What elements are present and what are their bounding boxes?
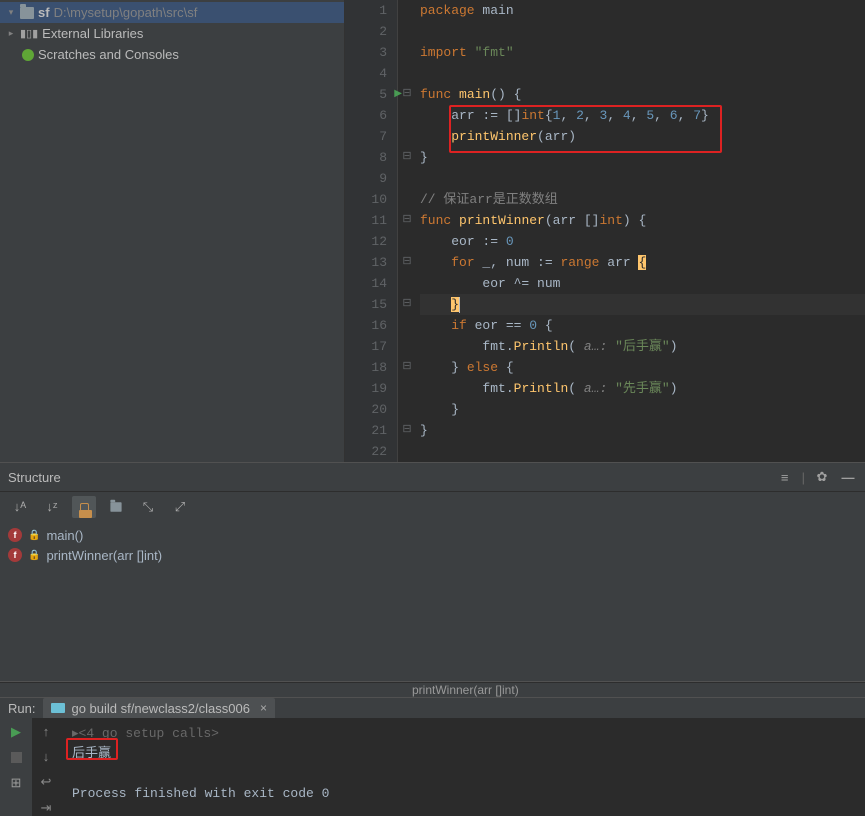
code-editor[interactable]: 1 2 3 4 5 6 7 8 9 10 11 12 13 14 15 16 1… [345, 0, 865, 462]
show-private-button[interactable] [72, 496, 96, 518]
structure-title: Structure [8, 470, 61, 485]
scroll-to-end-icon[interactable]: ⇥ [41, 800, 52, 816]
console-line: Process finished with exit code 0 [72, 784, 853, 804]
tree-item-label: External Libraries [42, 26, 143, 41]
structure-item-main[interactable]: f 🔒 main() [8, 525, 865, 545]
fold-column[interactable]: ⊟⊟ ⊟⊟⊟ ⊟⊟ [398, 0, 416, 462]
tree-external-libs[interactable]: ▸ ▮▯▮ External Libraries [0, 23, 344, 44]
breadcrumb[interactable]: printWinner(arr []int) [0, 682, 865, 697]
run-tab[interactable]: go build sf/newclass2/class006 × [43, 698, 275, 718]
rerun-icon[interactable]: ▶ [11, 724, 21, 740]
structure-item-label: printWinner(arr []int) [46, 548, 162, 563]
run-gutter-icon[interactable]: 5 [345, 84, 387, 105]
gutter-line-numbers: 1 2 3 4 5 6 7 8 9 10 11 12 13 14 15 16 1… [345, 0, 398, 462]
up-icon[interactable]: ↑ [43, 724, 50, 739]
layout-settings-icon[interactable]: ⊞ [11, 775, 22, 791]
structure-item-printwinner[interactable]: f 🔒 printWinner(arr []int) [8, 545, 865, 565]
gear-icon[interactable] [813, 469, 831, 485]
down-icon[interactable]: ↓ [43, 749, 50, 764]
expand-toggle[interactable]: ▾ [6, 7, 16, 18]
console-output[interactable]: ▸<4 go setup calls> 后手赢 Process finished… [60, 718, 865, 816]
close-tab-icon[interactable]: × [260, 701, 267, 715]
collapse-all-button[interactable]: ⤢ [168, 496, 192, 518]
lock-icon: 🔒 [28, 550, 40, 561]
sort-alpha-button[interactable]: ↓ᴬ [8, 496, 32, 518]
console-line [72, 764, 853, 784]
sort-visibility-button[interactable]: ↓ᶻ [40, 496, 64, 518]
run-left-toolbar: ▶ ⊞ [0, 718, 32, 816]
console-line: ▸<4 go setup calls> [72, 724, 853, 744]
hide-panel-icon[interactable] [839, 470, 857, 485]
run-console-toolbar: ↑ ↓ ↩ ⇥ [32, 718, 60, 816]
stop-icon[interactable] [11, 752, 22, 763]
tree-root-row[interactable]: ▾ sf D:\mysetup\gopath\src\sf [0, 2, 344, 23]
collapse-icon[interactable] [776, 470, 794, 485]
show-folders-button[interactable] [104, 496, 128, 518]
run-tab-label: go build sf/newclass2/class006 [71, 701, 250, 716]
structure-panel: Structure | ↓ᴬ ↓ᶻ ⤡ ⤢ f 🔒 main() f 🔒 pri… [0, 462, 865, 682]
structure-toolbar: ↓ᴬ ↓ᶻ ⤡ ⤢ [0, 491, 865, 521]
libraries-icon: ▮▯▮ [20, 27, 38, 40]
folder-icon [20, 7, 34, 19]
console-line: 后手赢 [72, 744, 853, 764]
function-badge-icon: f [8, 548, 22, 562]
tree-item-label: Scratches and Consoles [38, 47, 179, 62]
expand-all-button[interactable]: ⤡ [136, 496, 160, 518]
run-header: Run: go build sf/newclass2/class006 × [0, 697, 865, 718]
expand-toggle[interactable]: ▸ [6, 28, 16, 39]
soft-wrap-icon[interactable]: ↩ [41, 774, 52, 790]
go-icon [51, 703, 65, 713]
project-tree-panel: ▾ sf D:\mysetup\gopath\src\sf ▸ ▮▯▮ Exte… [0, 0, 345, 462]
function-badge-icon: f [8, 528, 22, 542]
code-area[interactable]: package main import "fmt" func main() { … [416, 0, 865, 462]
tree-scratches[interactable]: Scratches and Consoles [0, 44, 344, 65]
tree-root-name: sf [38, 5, 50, 20]
run-title: Run: [8, 701, 35, 716]
scratches-icon [22, 49, 34, 61]
lock-icon: 🔒 [28, 530, 40, 541]
tree-root-path: D:\mysetup\gopath\src\sf [54, 5, 198, 20]
structure-item-label: main() [46, 528, 83, 543]
